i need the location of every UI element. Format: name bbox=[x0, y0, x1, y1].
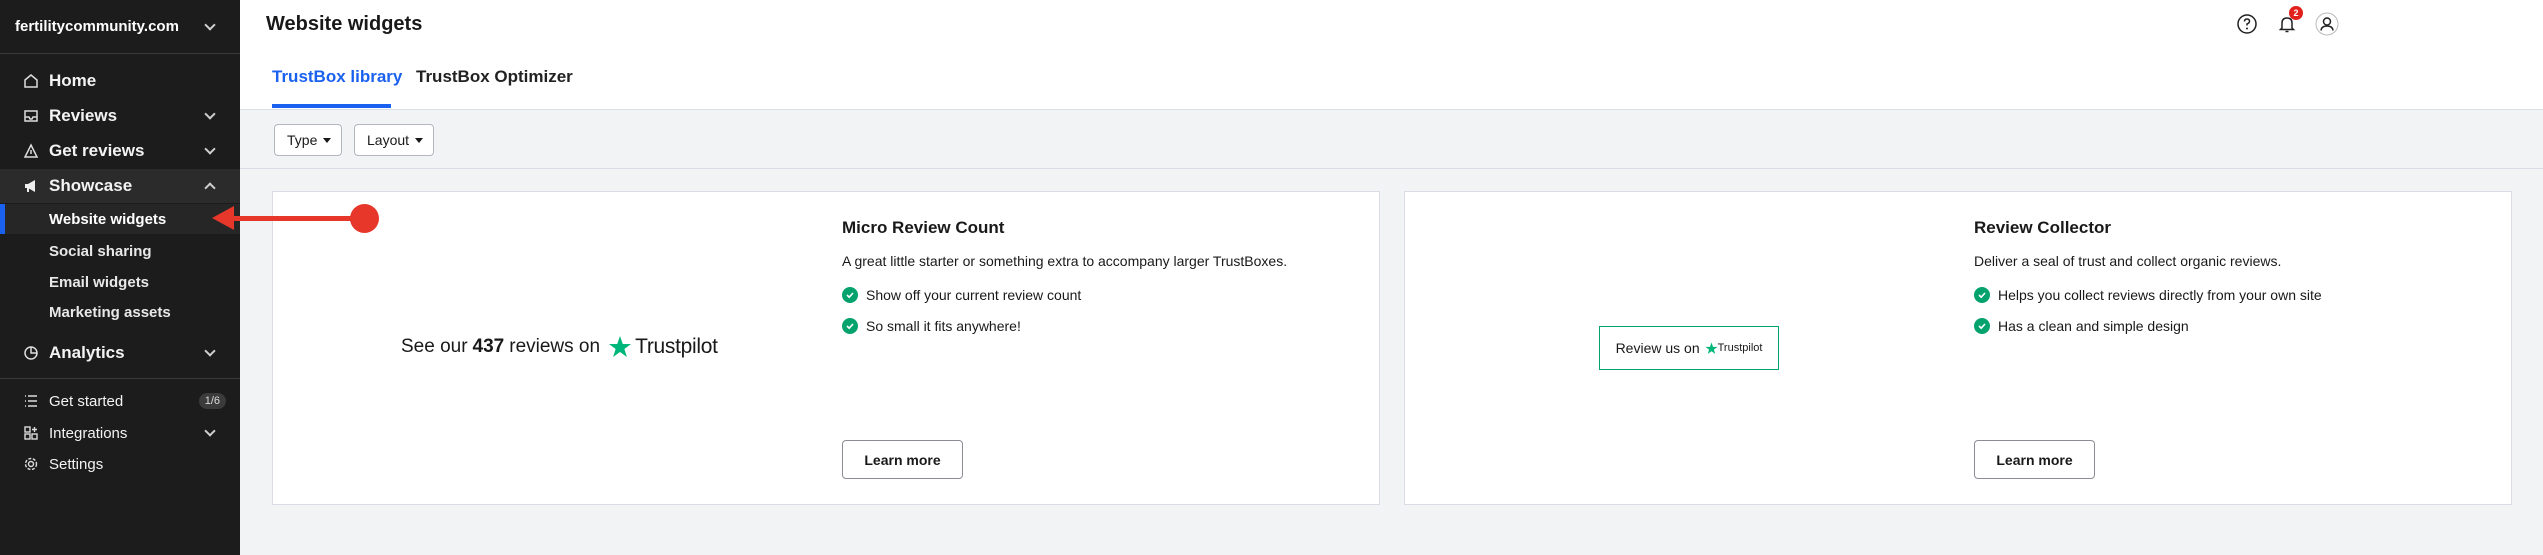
divider bbox=[0, 378, 240, 379]
review-collector-preview[interactable]: Review us on Trustpilot bbox=[1599, 326, 1779, 370]
preview-prefix: See our bbox=[401, 336, 468, 357]
notifications-bell-icon[interactable]: 2 bbox=[2275, 6, 2303, 36]
sidebar-subitem-label: Email widgets bbox=[49, 273, 150, 291]
learn-more-button[interactable]: Learn more bbox=[1974, 440, 2095, 479]
sidebar-item-get-reviews[interactable]: Get reviews bbox=[0, 134, 240, 168]
sidebar-item-label: Integrations bbox=[49, 424, 128, 442]
checklist-icon bbox=[22, 393, 39, 410]
annotation-arrow-shaft bbox=[230, 216, 365, 221]
sidebar-item-label: Analytics bbox=[49, 343, 125, 362]
trustpilot-logo: Trustpilot bbox=[1705, 342, 1763, 355]
caret-down-icon bbox=[415, 137, 424, 143]
micro-review-count-preview[interactable]: See our 437 reviews on Trustpilot bbox=[401, 335, 718, 359]
sidebar-item-integrations[interactable]: Integrations bbox=[0, 416, 240, 450]
sidebar-item-showcase[interactable]: Showcase bbox=[0, 169, 240, 203]
layout-filter-label: Layout bbox=[367, 132, 410, 148]
chevron-down-icon bbox=[204, 425, 216, 437]
sidebar-item-label: Reviews bbox=[49, 106, 118, 125]
megaphone-outline-icon bbox=[22, 143, 39, 160]
user-avatar-icon[interactable] bbox=[2315, 12, 2339, 36]
card-title: Micro Review Count bbox=[842, 218, 1005, 237]
feature-text: Show off your current review count bbox=[866, 287, 1082, 303]
active-tab-indicator bbox=[272, 104, 391, 108]
type-filter-dropdown[interactable]: Type bbox=[274, 124, 343, 156]
chevron-down-icon bbox=[204, 143, 216, 155]
megaphone-icon bbox=[22, 178, 39, 195]
checkmark-icon bbox=[842, 318, 858, 334]
inbox-icon bbox=[22, 108, 39, 125]
tab-trustbox-optimizer[interactable]: TrustBox Optimizer bbox=[416, 67, 573, 87]
checkmark-icon bbox=[1974, 287, 1990, 303]
chevron-down-icon bbox=[204, 108, 216, 120]
type-filter-label: Type bbox=[287, 132, 318, 148]
page-header: Website widgets TrustBox library TrustBo… bbox=[240, 0, 2543, 110]
sidebar-subitem-marketing-assets[interactable]: Marketing assets bbox=[0, 297, 240, 327]
chevron-down-icon bbox=[204, 345, 216, 357]
home-icon bbox=[22, 73, 39, 90]
domain-name: fertilitycommunity.com bbox=[15, 18, 179, 35]
sidebar-item-label: Home bbox=[49, 71, 97, 90]
chevron-up-icon bbox=[204, 182, 216, 194]
card-description: Deliver a seal of trust and collect orga… bbox=[1974, 253, 2282, 269]
pie-chart-icon bbox=[22, 345, 39, 362]
sidebar-item-analytics[interactable]: Analytics bbox=[0, 336, 240, 370]
sidebar-subitem-label: Website widgets bbox=[49, 210, 167, 228]
sidebar-item-label: Get reviews bbox=[49, 141, 145, 160]
sidebar-subitem-social-sharing[interactable]: Social sharing bbox=[0, 236, 240, 266]
integrations-icon bbox=[22, 425, 39, 442]
preview-text: Review us on bbox=[1615, 340, 1700, 356]
chevron-down-icon bbox=[204, 18, 216, 31]
preview-review-count: 437 bbox=[472, 336, 505, 357]
sidebar-item-label: Get started bbox=[49, 392, 124, 410]
card-description: A great little starter or something extr… bbox=[842, 253, 1288, 269]
caret-down-icon bbox=[323, 137, 332, 143]
trustpilot-brand: Trustpilot bbox=[1717, 342, 1763, 354]
notification-count-badge: 2 bbox=[2289, 6, 2303, 20]
sidebar-item-settings[interactable]: Settings bbox=[0, 447, 240, 481]
sidebar: fertilitycommunity.com Home Reviews Get … bbox=[0, 0, 240, 555]
sidebar-item-home[interactable]: Home bbox=[0, 64, 240, 98]
trustpilot-star-icon bbox=[1705, 342, 1718, 354]
sidebar-item-reviews[interactable]: Reviews bbox=[0, 99, 240, 133]
gear-icon bbox=[22, 456, 39, 473]
feature-item: Helps you collect reviews directly from … bbox=[1974, 287, 2322, 303]
feature-item: Has a clean and simple design bbox=[1974, 318, 2189, 334]
annotation-arrow-head bbox=[212, 206, 234, 230]
card-title: Review Collector bbox=[1974, 218, 2111, 237]
sidebar-item-get-started[interactable]: Get started 1/6 bbox=[0, 384, 240, 418]
trustpilot-brand: Trustpilot bbox=[635, 335, 718, 358]
help-icon[interactable] bbox=[2235, 12, 2259, 36]
sidebar-item-label: Settings bbox=[49, 455, 104, 473]
annotation-dot bbox=[350, 204, 379, 233]
feature-text: So small it fits anywhere! bbox=[866, 318, 1021, 334]
page-title: Website widgets bbox=[266, 13, 423, 35]
trustpilot-star-icon bbox=[609, 336, 632, 357]
feature-item: Show off your current review count bbox=[842, 287, 1081, 303]
domain-selector[interactable]: fertilitycommunity.com bbox=[0, 0, 240, 54]
tab-trustbox-library[interactable]: TrustBox library bbox=[272, 67, 402, 87]
preview-suffix: reviews on bbox=[509, 336, 601, 357]
trustpilot-logo: Trustpilot bbox=[608, 335, 718, 359]
sidebar-subitem-label: Social sharing bbox=[49, 242, 152, 260]
sidebar-item-label: Showcase bbox=[49, 176, 133, 195]
learn-more-button[interactable]: Learn more bbox=[842, 440, 963, 479]
widget-card-review-collector: Review us on Trustpilot Review Collector… bbox=[1404, 191, 2512, 505]
checkmark-icon bbox=[1974, 318, 1990, 334]
widget-card-micro-review-count: See our 437 reviews on Trustpilot Micro … bbox=[272, 191, 1380, 505]
feature-text: Helps you collect reviews directly from … bbox=[1998, 287, 2322, 303]
progress-badge: 1/6 bbox=[198, 393, 226, 409]
layout-filter-dropdown[interactable]: Layout bbox=[354, 124, 435, 156]
feature-text: Has a clean and simple design bbox=[1998, 318, 2189, 334]
sidebar-subitem-website-widgets[interactable]: Website widgets bbox=[0, 204, 240, 234]
sidebar-subitem-email-widgets[interactable]: Email widgets bbox=[0, 267, 240, 297]
filter-bar: Type Layout bbox=[240, 110, 2543, 169]
checkmark-icon bbox=[842, 287, 858, 303]
sidebar-subitem-label: Marketing assets bbox=[49, 303, 171, 321]
feature-item: So small it fits anywhere! bbox=[842, 318, 1021, 334]
